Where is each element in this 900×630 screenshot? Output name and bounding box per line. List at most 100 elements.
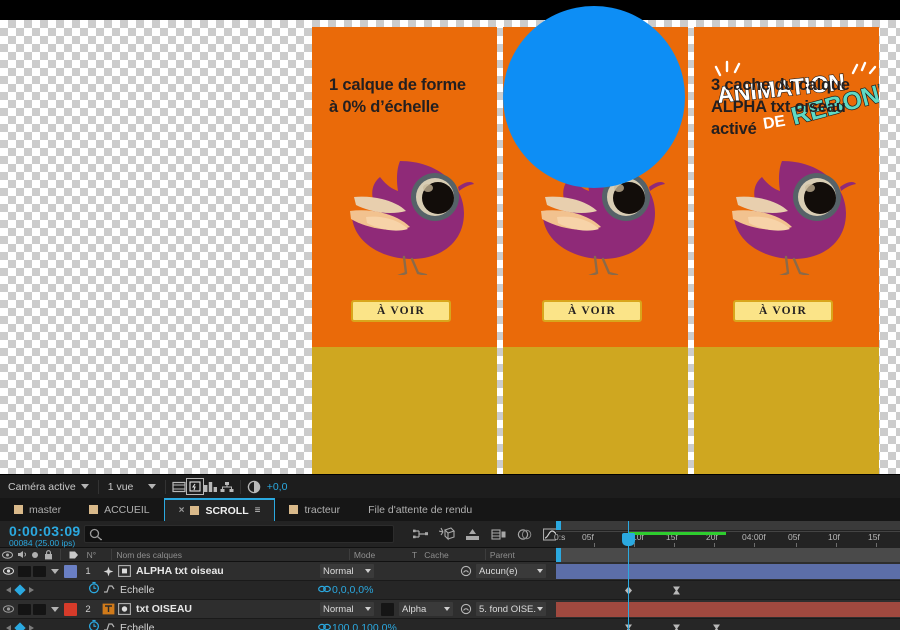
solo-toggle-layer-1[interactable] — [33, 565, 46, 577]
eye-toggle-layer-2[interactable] — [0, 605, 16, 613]
cache-column-header[interactable]: Cache — [424, 550, 481, 560]
comp-panel-1[interactable]: À VOIR 1 calque de forme à 0% d’échelle — [312, 27, 497, 474]
layer-1-name[interactable]: ALPHA txt oiseau — [136, 565, 224, 577]
close-icon[interactable]: × — [179, 505, 185, 516]
next-keyframe-icon[interactable] — [29, 587, 34, 593]
chevron-down-icon[interactable] — [51, 568, 59, 574]
camera-select[interactable]: Caméra active — [4, 481, 93, 493]
panel-menu-icon[interactable]: ≡ — [255, 505, 261, 516]
mode-column-header[interactable]: Mode — [354, 550, 405, 560]
table-row[interactable]: 2 txt OISEAU Normal Alpha 5. fond OISE. — [0, 600, 900, 619]
transparency-grid-icon[interactable] — [185, 478, 204, 495]
3d-view-popup-icon[interactable] — [203, 479, 219, 494]
tab-render-queue[interactable]: File d'attente de rendu — [354, 498, 486, 521]
layer-2-echelle-value[interactable]: 100,0,100,0% — [332, 622, 397, 630]
eye-toggle-layer-1[interactable] — [0, 567, 16, 575]
ruler-tick — [594, 543, 595, 547]
next-keyframe-icon[interactable] — [29, 625, 34, 630]
search-field[interactable] — [106, 528, 376, 540]
tab-accueil[interactable]: ACCUEIL — [75, 498, 164, 521]
lock-column-icon[interactable] — [42, 549, 56, 560]
chevron-down-icon[interactable] — [51, 606, 59, 612]
tab-master[interactable]: master — [0, 498, 75, 521]
value-graph-icon[interactable] — [103, 581, 116, 599]
stopwatch-icon[interactable] — [88, 581, 100, 599]
table-row[interactable]: 1 ALPHA txt oiseau Normal Aucun(e) — [0, 562, 900, 581]
layer-2-echelle-label[interactable]: Echelle — [120, 622, 154, 630]
exposure-reset-icon[interactable] — [246, 479, 262, 494]
label-column-icon[interactable] — [65, 550, 83, 560]
layer-2-name[interactable]: txt OISEAU — [136, 603, 192, 615]
draft-3d-icon[interactable] — [438, 526, 455, 542]
label-swatch-layer-2[interactable] — [64, 602, 77, 616]
keyframe-ease-icon[interactable] — [672, 586, 681, 595]
parent-column-header[interactable]: Parent — [490, 550, 556, 560]
solo-toggle-layer-2[interactable] — [33, 603, 46, 615]
tab-tracteur[interactable]: tracteur — [275, 498, 354, 521]
continuously-rasterize-icon[interactable] — [101, 565, 115, 578]
motion-blur-icon[interactable] — [516, 526, 533, 542]
keyframe-navigator[interactable] — [6, 622, 34, 630]
frame-blending-icon[interactable] — [490, 526, 507, 542]
work-area-start-marker[interactable] — [556, 521, 561, 530]
parent-pickwhip-icon-layer-1[interactable] — [459, 565, 472, 578]
composition-mini-flowchart-icon[interactable] — [412, 526, 429, 542]
previous-keyframe-icon[interactable] — [6, 587, 11, 593]
view-select[interactable]: 1 vue — [104, 481, 160, 493]
layer-2-cache-select[interactable]: Alpha — [399, 602, 453, 616]
stopwatch-icon[interactable] — [88, 619, 100, 630]
layer-1-echelle-label[interactable]: Echelle — [120, 584, 154, 596]
solo-column-icon[interactable] — [29, 551, 41, 559]
layer-2-duration-bar[interactable] — [556, 602, 900, 617]
table-row[interactable]: Echelle 100,0,100,0% — [0, 619, 900, 630]
layer-2-parent-select[interactable]: 5. fond OISE. — [476, 602, 546, 616]
a-voir-button-2[interactable]: À VOIR — [542, 300, 642, 322]
keyframe-navigator[interactable] — [6, 584, 34, 596]
layer-2-echelle-track[interactable] — [556, 619, 900, 630]
blue-circle-shape[interactable] — [503, 6, 685, 188]
layer-name-column-header[interactable]: Nom des calques — [116, 550, 345, 560]
previous-keyframe-icon[interactable] — [6, 625, 11, 630]
layer-1-echelle-track[interactable] — [556, 581, 900, 599]
exposure-value[interactable]: +0,0 — [267, 481, 288, 493]
table-row[interactable]: Echelle 0,0,0,0% — [0, 581, 900, 600]
composition-viewer[interactable]: À VOIR 1 calque de forme à 0% d’échelle — [0, 0, 900, 474]
t-column-header[interactable]: T — [405, 550, 424, 560]
current-timecode[interactable]: 0:00:03:09 00084 (25.00 ips) — [9, 523, 81, 548]
keyframe-ease-icon[interactable] — [712, 624, 721, 630]
layer-1-track[interactable] — [556, 562, 900, 580]
label-swatch-layer-1[interactable] — [64, 564, 77, 578]
playhead-knob[interactable] — [622, 533, 635, 546]
layer-1-mode-select[interactable]: Normal — [320, 564, 374, 578]
eye-column-icon[interactable] — [0, 550, 15, 559]
hide-shy-layers-icon[interactable] — [464, 526, 481, 542]
comp-swatch-icon — [289, 505, 299, 514]
layer-2-preserve-transparency-toggle[interactable] — [381, 602, 394, 616]
layer-2-mode-select[interactable]: Normal — [320, 602, 374, 616]
parent-pickwhip-icon-layer-2[interactable] — [459, 603, 472, 616]
audio-toggle-layer-1[interactable] — [18, 565, 31, 577]
timeline-flowchart-icon[interactable] — [219, 479, 235, 494]
tab-scroll[interactable]: × SCROLL ≡ — [163, 498, 276, 521]
layer-1-parent-select[interactable]: Aucun(e) — [476, 564, 546, 578]
a-voir-button-1[interactable]: À VOIR — [351, 300, 451, 322]
shape-layer-icon — [117, 565, 131, 578]
layer-1-duration-bar[interactable] — [556, 564, 900, 579]
comp-panel-3[interactable]: ANIMATION DE REBOND À VOIR 3 cache du ca… — [694, 27, 879, 474]
work-area-bar[interactable] — [556, 521, 900, 531]
constrain-proportions-icon[interactable] — [318, 623, 331, 630]
keyframe-indicator-icon[interactable] — [14, 622, 26, 630]
keyframe-indicator-icon[interactable] — [14, 584, 26, 596]
layer-1-echelle-value[interactable]: 0,0,0,0% — [332, 584, 373, 596]
title-action-safe-icon[interactable] — [171, 479, 187, 494]
constrain-proportions-icon[interactable] — [318, 585, 331, 596]
layer-search-input[interactable] — [84, 525, 394, 543]
a-voir-button-3[interactable]: À VOIR — [733, 300, 833, 322]
keyframe-ease-icon[interactable] — [672, 624, 681, 630]
value-graph-icon[interactable] — [103, 619, 116, 630]
number-column-header[interactable]: N° — [83, 550, 108, 560]
timecode-value[interactable]: 0:00:03:09 — [9, 523, 81, 539]
layer-2-track[interactable] — [556, 600, 900, 618]
audio-column-icon[interactable] — [15, 550, 29, 559]
audio-toggle-layer-2[interactable] — [18, 603, 31, 615]
